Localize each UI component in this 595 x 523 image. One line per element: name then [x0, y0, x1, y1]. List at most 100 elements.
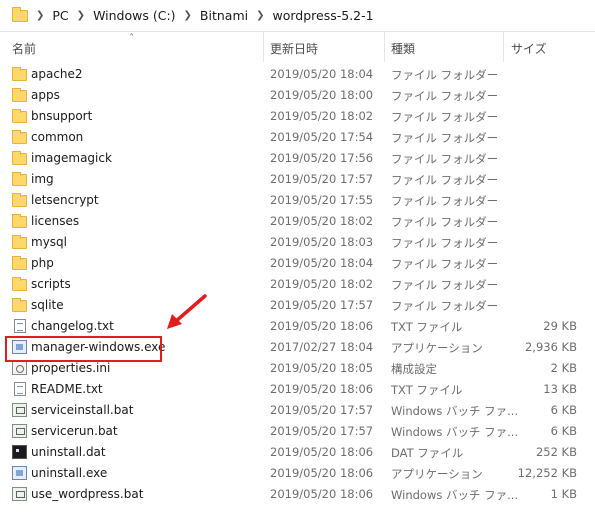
file-date: 2019/05/20 18:06	[270, 445, 374, 459]
file-name: licenses	[31, 214, 80, 228]
file-row[interactable]: changelog.txt 2019/05/20 18:06 TXT ファイル 29 …	[0, 316, 595, 337]
file-size: 2,936 KB	[524, 340, 577, 354]
file-type: ファイル フォルダー	[391, 173, 499, 187]
column-divider[interactable]	[503, 32, 504, 62]
file-date: 2019/05/20 18:06	[270, 319, 374, 333]
file-type: ファイル フォルダー	[391, 278, 499, 292]
file-type: Windows バッチ ファ...	[391, 425, 519, 439]
file-date: 2019/05/20 17:55	[270, 193, 374, 207]
file-type: TXT ファイル	[391, 383, 463, 397]
file-name: bnsupport	[31, 109, 93, 123]
file-row[interactable]: bnsupport 2019/05/20 18:02 ファイル フォルダー	[0, 106, 595, 127]
file-date: 2019/05/20 18:04	[270, 256, 374, 270]
folder-icon	[12, 151, 27, 165]
file-name: uninstall.exe	[31, 466, 108, 480]
file-date: 2019/05/20 17:57	[270, 172, 374, 186]
file-size: 1 KB	[550, 487, 577, 501]
file-row[interactable]: sqlite 2019/05/20 17:57 ファイル フォルダー	[0, 295, 595, 316]
file-size: 2 KB	[550, 361, 577, 375]
file-row[interactable]: uninstall.dat 2019/05/20 18:06 DAT ファイル 252…	[0, 442, 595, 463]
file-row[interactable]: licenses 2019/05/20 18:02 ファイル フォルダー	[0, 211, 595, 232]
batch-file-icon	[12, 487, 27, 501]
folder-icon	[12, 88, 27, 102]
file-type: ファイル フォルダー	[391, 152, 499, 166]
folder-icon	[12, 67, 27, 81]
column-header-date[interactable]: 更新日時	[270, 40, 318, 57]
folder-icon	[12, 193, 27, 207]
file-row[interactable]: common 2019/05/20 17:54 ファイル フォルダー	[0, 127, 595, 148]
file-row[interactable]: apache2 2019/05/20 18:04 ファイル フォルダー	[0, 64, 595, 85]
file-name: servicerun.bat	[31, 424, 118, 438]
file-date: 2019/05/20 18:02	[270, 214, 374, 228]
folder-icon	[12, 256, 27, 270]
file-date: 2019/05/20 18:05	[270, 361, 374, 375]
file-date: 2019/05/20 18:03	[270, 235, 374, 249]
file-name: php	[31, 256, 54, 270]
file-type: アプリケーション	[391, 341, 483, 355]
file-date: 2017/02/27 18:04	[270, 340, 374, 354]
file-type: ファイル フォルダー	[391, 215, 499, 229]
file-row[interactable]: apps 2019/05/20 18:00 ファイル フォルダー	[0, 85, 595, 106]
file-date: 2019/05/20 18:02	[270, 277, 374, 291]
file-date: 2019/05/20 18:00	[270, 88, 374, 102]
file-row[interactable]: imagemagick 2019/05/20 17:56 ファイル フォルダー	[0, 148, 595, 169]
folder-icon	[12, 109, 27, 123]
file-row[interactable]: scripts 2019/05/20 18:02 ファイル フォルダー	[0, 274, 595, 295]
breadcrumb-chevron-icon[interactable]: ❯	[184, 10, 192, 21]
file-date: 2019/05/20 18:06	[270, 487, 374, 501]
settings-file-icon	[12, 361, 27, 375]
file-type: Windows バッチ ファ...	[391, 488, 519, 502]
file-row[interactable]: servicerun.bat 2019/05/20 17:57 Windows バッ…	[0, 421, 595, 442]
file-type: Windows バッチ ファ...	[391, 404, 519, 418]
breadcrumb-chevron-icon[interactable]: ❯	[256, 10, 264, 21]
file-type: ファイル フォルダー	[391, 194, 499, 208]
file-size: 29 KB	[543, 319, 577, 333]
batch-file-icon	[12, 424, 27, 438]
breadcrumb-chevron-icon[interactable]: ❯	[36, 10, 44, 21]
file-name: serviceinstall.bat	[31, 403, 134, 417]
file-row[interactable]: img 2019/05/20 17:57 ファイル フォルダー	[0, 169, 595, 190]
file-name: use_wordpress.bat	[31, 487, 144, 501]
file-type: ファイル フォルダー	[391, 89, 499, 103]
text-file-icon	[14, 382, 26, 396]
file-name: imagemagick	[31, 151, 112, 165]
breadcrumb-pc[interactable]: PC	[52, 8, 68, 23]
file-type: TXT ファイル	[391, 320, 463, 334]
file-size: 6 KB	[550, 424, 577, 438]
file-type: ファイル フォルダー	[391, 131, 499, 145]
address-bar[interactable]: ❯ PC ❯ Windows (C:) ❯ Bitnami ❯ wordpres…	[0, 0, 595, 32]
file-name: apps	[31, 88, 60, 102]
folder-icon	[12, 172, 27, 186]
breadcrumb-bitnami[interactable]: Bitnami	[200, 8, 248, 23]
breadcrumb-drive[interactable]: Windows (C:)	[93, 8, 175, 23]
column-divider[interactable]	[384, 32, 385, 62]
breadcrumb-wordpress[interactable]: wordpress-5.2-1	[273, 8, 374, 23]
file-row[interactable]: use_wordpress.bat 2019/05/20 18:06 Windows…	[0, 484, 595, 505]
file-name: mysql	[31, 235, 67, 249]
file-type: ファイル フォルダー	[391, 299, 499, 313]
annotation-arrow-icon	[167, 294, 207, 329]
file-name: changelog.txt	[31, 319, 114, 333]
file-date: 2019/05/20 18:02	[270, 109, 374, 123]
column-header-type[interactable]: 種類	[391, 40, 415, 57]
file-name: img	[31, 172, 54, 186]
column-header-row: ˄ 名前 更新日時 種類 サイズ	[0, 32, 595, 62]
file-row[interactable]: serviceinstall.bat 2019/05/20 17:57 Window…	[0, 400, 595, 421]
breadcrumb-chevron-icon[interactable]: ❯	[77, 10, 85, 21]
sort-ascending-icon: ˄	[129, 33, 134, 44]
file-row[interactable]: letsencrypt 2019/05/20 17:55 ファイル フォルダー	[0, 190, 595, 211]
application-icon	[12, 466, 27, 480]
column-header-size[interactable]: サイズ	[511, 40, 547, 57]
file-type: ファイル フォルダー	[391, 68, 499, 82]
file-date: 2019/05/20 17:54	[270, 130, 374, 144]
column-header-name[interactable]: 名前	[12, 40, 36, 57]
file-row[interactable]: php 2019/05/20 18:04 ファイル フォルダー	[0, 253, 595, 274]
file-row[interactable]: mysql 2019/05/20 18:03 ファイル フォルダー	[0, 232, 595, 253]
file-size: 6 KB	[550, 403, 577, 417]
file-name: common	[31, 130, 84, 144]
file-row[interactable]: README.txt 2019/05/20 18:06 TXT ファイル 13 KB	[0, 379, 595, 400]
folder-icon	[12, 214, 27, 228]
file-row[interactable]: uninstall.exe 2019/05/20 18:06 アプリケーション 12,…	[0, 463, 595, 484]
highlight-box	[5, 336, 162, 362]
column-divider[interactable]	[263, 32, 264, 62]
